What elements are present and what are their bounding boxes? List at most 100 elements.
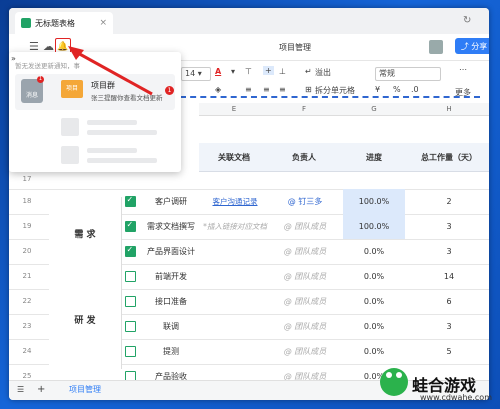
notification-item[interactable]: 消息 1 项目 项目群 张三提醒你查看文档更新 1: [15, 74, 175, 110]
progress-cell[interactable]: 0.0%: [343, 239, 405, 264]
checkbox-icon: [124, 346, 136, 357]
split-cells-button[interactable]: 拆分单元格: [315, 85, 355, 96]
font-color-button[interactable]: A: [215, 67, 221, 76]
column-header-f[interactable]: F: [269, 103, 339, 116]
workload-cell[interactable]: 3: [409, 214, 489, 239]
owner-cell[interactable]: @ 钉三多: [271, 189, 339, 214]
doc-link[interactable]: *插入链接对应文档: [201, 214, 269, 239]
workload-cell[interactable]: 14: [409, 264, 489, 289]
overflow-select[interactable]: 溢出: [315, 67, 331, 78]
workload-cell[interactable]: 3: [409, 239, 489, 264]
placeholder-line: [87, 130, 157, 135]
chevron-down-icon[interactable]: ▾: [231, 67, 235, 76]
doc-link[interactable]: [201, 264, 269, 289]
progress-cell[interactable]: 0.0%: [343, 289, 405, 314]
notification-title: 项目群: [91, 81, 115, 90]
column-header-h[interactable]: H: [409, 103, 489, 116]
decimal-icon[interactable]: .0: [411, 85, 419, 94]
align-left-icon[interactable]: ≡: [245, 85, 252, 94]
doc-link[interactable]: [201, 289, 269, 314]
group-requirements: 需 求: [49, 197, 122, 269]
wrap-icon[interactable]: ↵: [305, 67, 312, 76]
task-checkbox[interactable]: [123, 314, 137, 339]
task-checkbox[interactable]: [123, 189, 137, 214]
avatar[interactable]: [429, 40, 443, 54]
owner-cell[interactable]: @ 团队成员: [271, 239, 339, 264]
align-bottom-icon[interactable]: ⊥: [279, 67, 286, 76]
task-name[interactable]: 提测: [143, 339, 199, 364]
fill-color-icon[interactable]: ◈: [215, 85, 221, 94]
task-name[interactable]: [143, 171, 199, 189]
placeholder-line: [87, 148, 137, 153]
merge-icon[interactable]: ⊞: [305, 85, 312, 94]
task-checkbox[interactable]: [123, 264, 137, 289]
share-button[interactable]: ⤴ 分享: [455, 38, 489, 54]
workload-cell[interactable]: [409, 171, 489, 189]
header-progress: 进度: [339, 143, 409, 172]
task-checkbox[interactable]: [123, 239, 137, 264]
task-checkbox[interactable]: [123, 289, 137, 314]
owner-cell[interactable]: @ 团队成员: [271, 314, 339, 339]
owner-cell[interactable]: [271, 171, 339, 189]
logo-icon: [380, 368, 408, 396]
task-name[interactable]: 联调: [143, 314, 199, 339]
align-center-icon[interactable]: ≡: [263, 85, 270, 94]
progress-cell[interactable]: [343, 171, 405, 189]
sheet-tab[interactable]: 项目管理: [69, 384, 101, 395]
task-name[interactable]: 接口准备: [143, 289, 199, 314]
checkbox-icon: [124, 271, 136, 282]
owner-cell[interactable]: @ 团队成员: [271, 289, 339, 314]
task-checkbox[interactable]: [123, 339, 137, 364]
percent-icon[interactable]: %: [393, 85, 401, 94]
notification-count-badge: 1: [165, 86, 174, 95]
doc-link[interactable]: 客户沟通记录: [201, 189, 269, 214]
progress-cell[interactable]: 0.0%: [343, 314, 405, 339]
workload-cell[interactable]: 3: [409, 314, 489, 339]
close-icon[interactable]: ×: [99, 18, 107, 28]
task-checkbox[interactable]: [123, 214, 137, 239]
table-row[interactable]: 17: [9, 171, 489, 190]
progress-cell[interactable]: 100.0%: [343, 214, 405, 239]
progress-cell[interactable]: 0.0%: [343, 264, 405, 289]
more-icon[interactable]: ⋯: [459, 65, 467, 74]
progress-cell[interactable]: 100.0%: [343, 189, 405, 214]
owner-cell[interactable]: @ 团队成员: [271, 339, 339, 364]
task-name[interactable]: 产品界面设计: [143, 239, 199, 264]
task-name[interactable]: 客户调研: [143, 189, 199, 214]
currency-icon[interactable]: ¥: [375, 85, 380, 94]
align-right-icon[interactable]: ≡: [279, 85, 286, 94]
placeholder-avatar: [61, 118, 79, 136]
workload-cell[interactable]: 6: [409, 289, 489, 314]
row-number: 20: [22, 246, 32, 255]
owner-cell[interactable]: @ 团队成员: [271, 214, 339, 239]
header-owner: 负责人: [269, 143, 339, 172]
format-select[interactable]: 常规: [375, 67, 441, 81]
workload-cell[interactable]: 5: [409, 339, 489, 364]
workload-cell[interactable]: 2: [409, 189, 489, 214]
checkbox-icon: [124, 296, 136, 307]
task-name[interactable]: 前端开发: [143, 264, 199, 289]
refresh-icon[interactable]: ↻: [463, 15, 471, 26]
row-number: 17: [22, 175, 32, 183]
group-development: 研 发: [49, 269, 122, 369]
document-tab[interactable]: 无标题表格 ×: [15, 12, 113, 34]
align-top-icon[interactable]: ⊤: [245, 67, 252, 76]
list-icon[interactable]: ☰: [17, 385, 24, 394]
doc-link[interactable]: [201, 339, 269, 364]
doc-link[interactable]: [201, 171, 269, 189]
format-value: 常规: [379, 69, 395, 78]
progress-cell[interactable]: 0.0%: [343, 339, 405, 364]
column-header-g[interactable]: G: [339, 103, 409, 116]
checkbox-icon: [124, 195, 136, 207]
align-middle-icon[interactable]: +: [263, 66, 274, 75]
font-size-value: 14: [185, 69, 196, 78]
task-name[interactable]: 需求文档撰写: [143, 214, 199, 239]
font-size-select[interactable]: 14 ▾: [181, 67, 211, 81]
column-header-e[interactable]: E: [199, 103, 269, 116]
add-sheet-icon[interactable]: +: [37, 384, 45, 395]
doc-link[interactable]: [201, 314, 269, 339]
doc-link[interactable]: [201, 239, 269, 264]
owner-cell[interactable]: @ 团队成员: [271, 264, 339, 289]
row-number: 23: [22, 321, 32, 330]
row-number: 19: [22, 221, 32, 230]
